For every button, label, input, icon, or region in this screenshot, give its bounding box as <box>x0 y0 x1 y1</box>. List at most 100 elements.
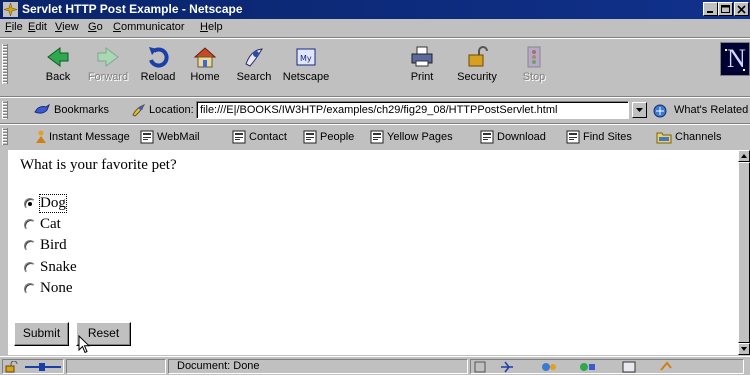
separator <box>0 37 750 39</box>
vertical-scrollbar[interactable] <box>738 150 750 355</box>
bookmark-page-icon <box>232 130 246 144</box>
instant-message-button[interactable]: Instant Message <box>34 129 134 145</box>
netscape-button[interactable]: My Netscape <box>282 42 330 83</box>
title-bar[interactable]: Servlet HTTP Post Example - Netscape <box>0 0 750 19</box>
people-button[interactable]: People <box>303 129 361 145</box>
netscape-star-icon[interactable] <box>3 2 18 17</box>
security-button[interactable]: Security <box>453 42 501 83</box>
bookmark-page-icon <box>370 130 384 144</box>
back-arrow-icon <box>47 47 69 67</box>
bookmark-icon <box>34 103 50 114</box>
forward-button[interactable]: Forward <box>84 42 132 83</box>
toolbar-grip[interactable] <box>2 101 8 119</box>
status-bar: Document: Done <box>0 356 750 375</box>
browser-window: Servlet HTTP Post Example - Netscape Fil… <box>0 0 750 375</box>
print-icon <box>411 46 433 67</box>
whats-related-button[interactable]: What's Related <box>652 102 750 118</box>
radio-snake[interactable] <box>24 262 36 274</box>
menu-bar: File Edit View Go Communicator Help <box>0 19 750 37</box>
bookmark-page-icon <box>303 130 317 144</box>
radio-cat[interactable] <box>24 219 36 231</box>
stop-button[interactable]: Stop <box>510 42 558 83</box>
back-button[interactable]: Back <box>34 42 82 83</box>
radio-label[interactable]: None <box>40 280 73 297</box>
whats-related-icon <box>653 104 667 118</box>
home-icon <box>193 47 217 68</box>
svg-text:My: My <box>300 54 312 63</box>
status-security-panel[interactable] <box>2 359 64 374</box>
print-button[interactable]: Print <box>398 42 446 83</box>
toolbar-grip[interactable] <box>2 128 8 145</box>
url-history-dropdown[interactable] <box>632 102 647 118</box>
menu-file[interactable]: File <box>5 21 23 33</box>
star-icon <box>743 69 745 71</box>
bookmark-page-icon <box>480 130 494 144</box>
security-lock-icon <box>5 361 18 373</box>
bookmarks-button[interactable]: Bookmarks <box>34 102 124 118</box>
netscape-logo[interactable]: N <box>720 42 750 76</box>
window-title: Servlet HTTP Post Example - Netscape <box>22 2 243 16</box>
component-bar <box>470 359 744 374</box>
forward-arrow-icon <box>97 47 119 67</box>
minimize-button[interactable] <box>703 2 718 16</box>
personal-toolbar: Instant Message WebMail Contact People Y… <box>0 126 750 148</box>
star-icon <box>725 49 727 51</box>
menu-help[interactable]: Help <box>200 21 223 33</box>
channels-button[interactable]: Channels <box>656 129 746 145</box>
chevron-up-icon <box>741 154 747 158</box>
separator <box>0 96 750 98</box>
search-button[interactable]: Search <box>230 42 278 83</box>
toolbar-grip[interactable] <box>2 44 8 84</box>
close-button[interactable] <box>734 2 749 16</box>
webmail-button[interactable]: WebMail <box>140 129 210 145</box>
radio-none[interactable] <box>24 283 36 295</box>
contact-button[interactable]: Contact <box>232 129 294 145</box>
bookmark-page-icon <box>566 130 580 144</box>
submit-button[interactable]: Submit <box>14 322 69 346</box>
menu-view[interactable]: View <box>55 21 79 33</box>
menu-communicator[interactable]: Communicator <box>113 21 185 33</box>
connection-icon <box>25 363 61 371</box>
stop-icon <box>527 46 541 68</box>
radio-label[interactable]: Bird <box>40 237 67 254</box>
padlock-icon <box>468 46 488 67</box>
bookmark-page-icon <box>140 130 154 144</box>
menu-edit[interactable]: Edit <box>28 21 47 33</box>
maximize-button[interactable] <box>718 2 733 16</box>
radio-label[interactable]: Dog <box>39 194 67 213</box>
radio-dog[interactable] <box>24 198 36 210</box>
yellow-pages-button[interactable]: Yellow Pages <box>370 129 460 145</box>
navigation-toolbar: Back Forward Reload Home Search My Netsc… <box>0 40 750 94</box>
scroll-down-button[interactable] <box>738 343 750 355</box>
folder-icon <box>656 132 672 144</box>
question-text: What is your favorite pet? <box>20 157 177 173</box>
location-url-input[interactable]: file:///E|/BOOKS/IW3HTP/examples/ch29/fi… <box>196 101 629 119</box>
radio-label[interactable]: Snake <box>40 259 77 276</box>
menu-go[interactable]: Go <box>88 21 103 33</box>
location-toolbar: Bookmarks Location: file:///E|/BOOKS/IW3… <box>0 99 750 123</box>
status-text: Document: Done <box>168 359 468 374</box>
minimize-icon <box>707 11 713 13</box>
mouse-cursor-icon <box>78 335 90 354</box>
instant-message-icon <box>36 130 46 143</box>
search-icon <box>245 48 263 67</box>
my-netscape-icon: My <box>296 48 316 66</box>
radio-label[interactable]: Cat <box>40 216 61 233</box>
home-button[interactable]: Home <box>181 42 229 83</box>
find-sites-button[interactable]: Find Sites <box>566 129 636 145</box>
radio-bird[interactable] <box>24 240 36 252</box>
chevron-down-icon <box>636 108 643 112</box>
maximize-icon <box>721 5 730 13</box>
close-icon <box>737 5 746 14</box>
location-label: Location: <box>149 104 194 116</box>
chevron-down-icon <box>741 347 747 351</box>
component-icons <box>474 361 672 373</box>
location-icon[interactable] <box>131 102 147 118</box>
reload-icon <box>149 47 169 68</box>
scroll-up-button[interactable] <box>738 150 750 162</box>
download-button[interactable]: Download <box>480 129 555 145</box>
reload-button[interactable]: Reload <box>134 42 182 83</box>
pet-form: What is your favorite pet? Dog Cat Bird … <box>8 150 738 355</box>
scroll-thumb[interactable] <box>738 162 750 343</box>
page-viewport[interactable]: What is your favorite pet? Dog Cat Bird … <box>8 150 738 355</box>
